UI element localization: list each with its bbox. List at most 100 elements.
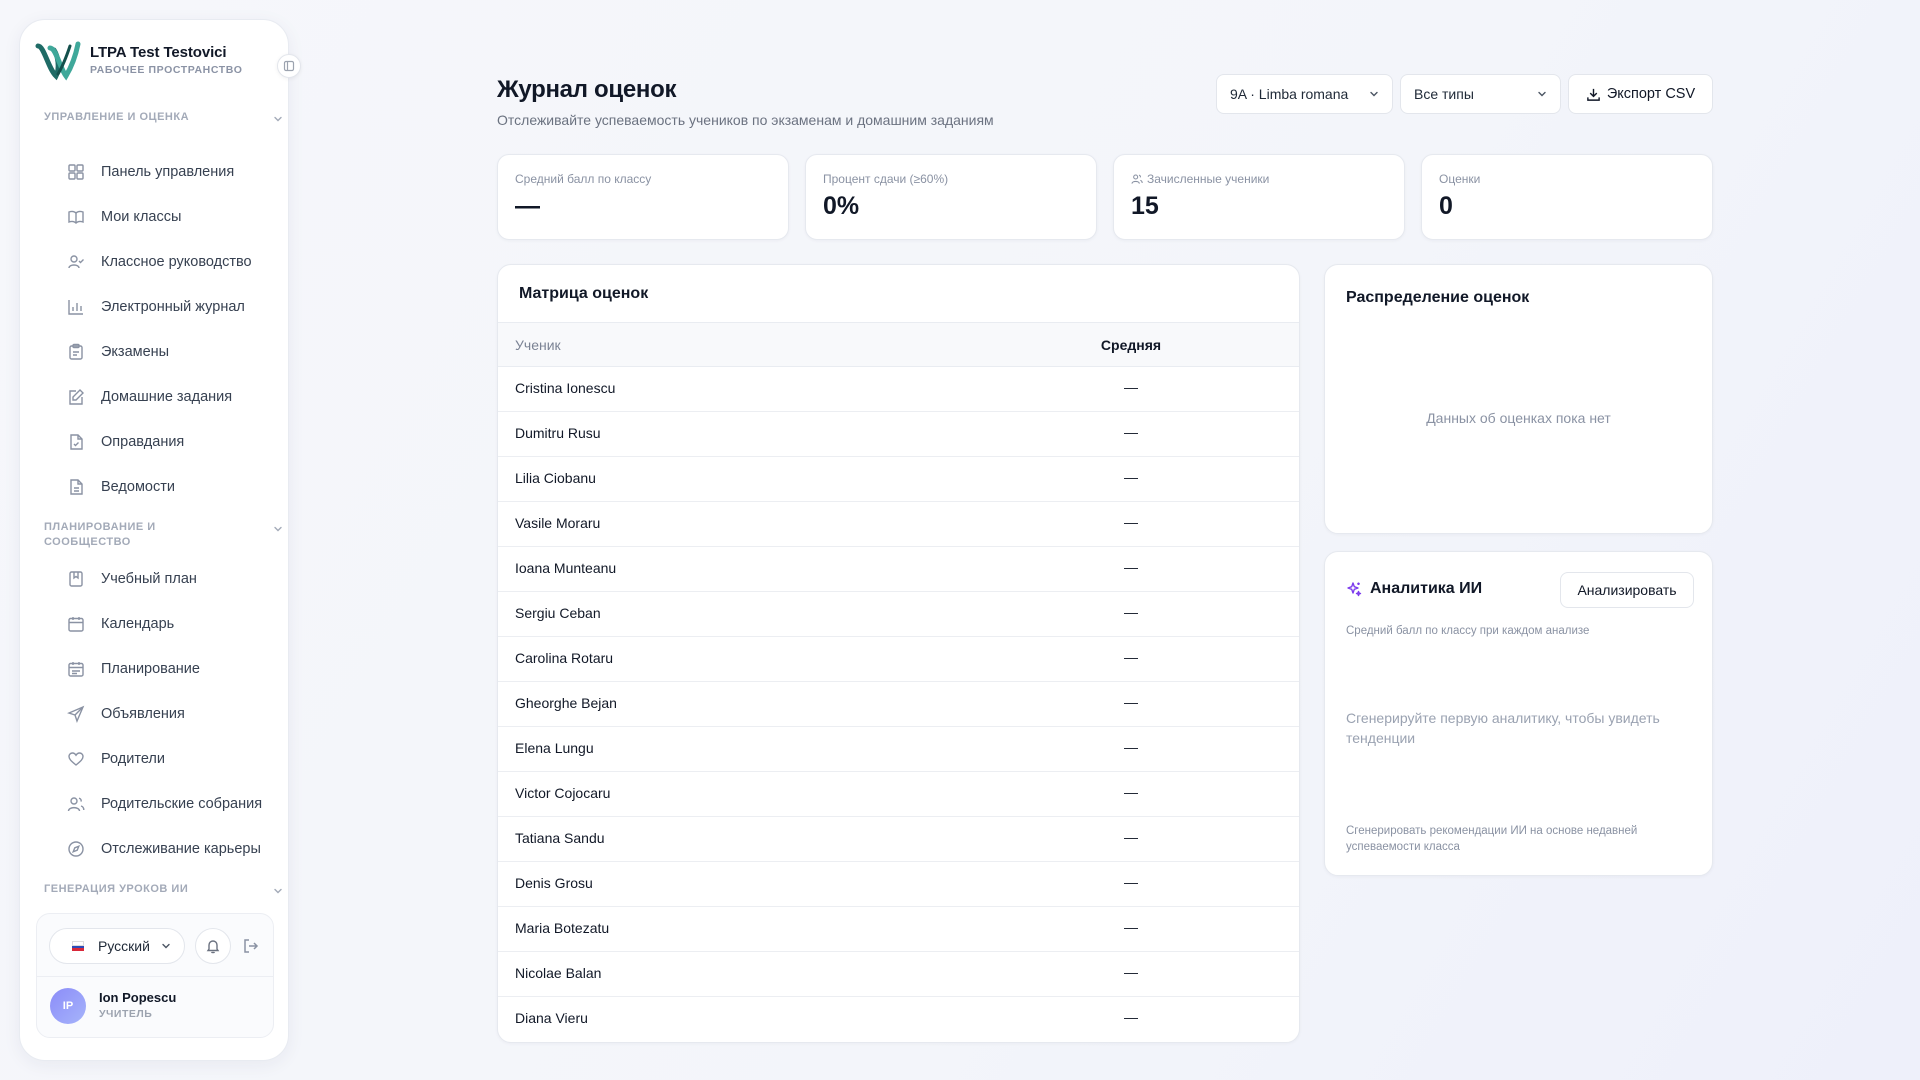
sidebar-item-exams[interactable]: Экзамены (50, 334, 280, 370)
notifications-button[interactable] (195, 928, 231, 964)
section-label: ПЛАНИРОВАНИЕ И СООБЩЕСТВО (44, 521, 156, 548)
sidebar-item-label: Оправдания (101, 434, 185, 450)
calendar-icon (68, 617, 84, 632)
student-average: — (1124, 964, 1138, 980)
table-row[interactable]: Cristina Ionescu — (498, 367, 1299, 412)
analyze-button[interactable]: Анализировать (1560, 572, 1694, 608)
grade-matrix-title: Матрица оценок (519, 285, 649, 302)
table-row[interactable]: Sergiu Ceban — (498, 592, 1299, 637)
sparkles-icon (1347, 582, 1362, 597)
dashboard-icon (68, 164, 84, 180)
student-average: — (1124, 919, 1138, 935)
table-row[interactable]: Maria Botezatu — (498, 907, 1299, 952)
table-row[interactable]: Lilia Ciobanu — (498, 457, 1299, 502)
table-row[interactable]: Dumitru Rusu — (498, 412, 1299, 457)
stat-value: 15 (1131, 192, 1159, 220)
user-check-icon (68, 255, 84, 269)
student-average: — (1124, 559, 1138, 575)
type-select[interactable]: Все типы (1400, 74, 1561, 114)
sidebar-item-parent-meetings[interactable]: Родительские собрания (50, 786, 280, 822)
student-average: — (1124, 604, 1138, 620)
sidebar-item-label: Календарь (101, 616, 175, 632)
sidebar-item-dashboard[interactable]: Панель управления (50, 154, 280, 190)
table-row[interactable]: Elena Lungu — (498, 727, 1299, 772)
sidebar-item-class-guidance[interactable]: Классное руководство (50, 244, 280, 280)
student-average: — (1124, 874, 1138, 890)
page-title: Журнал оценок (497, 76, 677, 103)
sidebar-collapse-button[interactable] (277, 54, 301, 78)
table-row[interactable]: Tatiana Sandu — (498, 817, 1299, 862)
sidebar-item-label: Классное руководство (101, 254, 252, 270)
table-row[interactable]: Victor Cojocaru — (498, 772, 1299, 817)
student-name: Cristina Ionescu (515, 380, 616, 396)
language-select[interactable]: Русский (49, 928, 185, 964)
chevron-down-icon (1370, 91, 1378, 97)
sidebar-item-career-tracking[interactable]: Отслеживание карьеры (50, 831, 280, 867)
sidebar-item-planning[interactable]: Планирование (50, 651, 280, 687)
compass-icon (68, 841, 84, 857)
student-name: Vasile Moraru (515, 515, 601, 531)
sidebar: LTPA Test Testovici РАБОЧЕЕ ПРОСТРАНСТВО… (19, 19, 289, 1061)
section-planning[interactable]: ПЛАНИРОВАНИЕ И СООБЩЕСТВО (44, 520, 284, 550)
user-profile[interactable]: IP Ion Popescu УЧИТЕЛЬ (37, 976, 273, 1038)
stat-label: Зачисленные ученики (1147, 172, 1270, 186)
sidebar-item-calendar[interactable]: Календарь (50, 606, 280, 642)
stat-pass-rate: Процент сдачи (≥60%) 0% (805, 154, 1097, 240)
ai-analytics-title: Аналитика ИИ (1370, 580, 1483, 597)
sidebar-item-parents[interactable]: Родители (50, 741, 280, 777)
sidebar-item-announcements[interactable]: Объявления (50, 696, 280, 732)
send-icon (67, 705, 85, 723)
stat-grades-count: Оценки 0 (1421, 154, 1713, 240)
table-row[interactable]: Gheorghe Bejan — (498, 682, 1299, 727)
chevron-down-icon (274, 526, 282, 532)
stat-value: — (515, 192, 540, 220)
stat-class-average: Средний балл по классу — (497, 154, 789, 240)
type-select-value: Все типы (1414, 86, 1474, 102)
table-row[interactable]: Diana Vieru — (498, 997, 1299, 1042)
section-label: ГЕНЕРАЦИЯ УРОКОВ ИИ (44, 883, 189, 895)
brand[interactable]: LTPA Test Testovici РАБОЧЕЕ ПРОСТРАНСТВО (34, 38, 242, 82)
user-panel: Русский IP Ion Popescu УЧИТЕЛЬ (36, 913, 274, 1038)
student-name: Tatiana Sandu (515, 830, 605, 846)
sidebar-item-label: Панель управления (101, 164, 235, 180)
student-name: Victor Cojocaru (515, 785, 611, 801)
sidebar-item-statements[interactable]: Ведомости (50, 469, 280, 505)
ai-analytics-header: Аналитика ИИ (1346, 580, 1482, 598)
sidebar-item-label: Учебный план (101, 571, 197, 587)
table-row[interactable]: Carolina Rotaru — (498, 637, 1299, 682)
sidebar-item-label: Планирование (101, 661, 200, 677)
users-icon (67, 797, 85, 812)
section-ai-lessons[interactable]: ГЕНЕРАЦИЯ УРОКОВ ИИ (44, 882, 284, 897)
flag-ru-icon (72, 941, 84, 952)
book-open-icon (68, 210, 84, 224)
column-student[interactable]: Ученик (515, 337, 561, 353)
grade-matrix-header: Ученик Средняя (498, 322, 1299, 367)
table-row[interactable]: Nicolae Balan — (498, 952, 1299, 997)
table-row[interactable]: Denis Grosu — (498, 862, 1299, 907)
export-csv-button[interactable]: Экспорт CSV (1568, 74, 1713, 114)
sidebar-item-curriculum[interactable]: Учебный план (50, 561, 280, 597)
calendar-list-icon (68, 662, 84, 677)
class-select[interactable]: 9A · Limba romana (1216, 74, 1393, 114)
sidebar-item-label: Объявления (101, 706, 185, 722)
sidebar-item-excuses[interactable]: Оправдания (50, 424, 280, 460)
column-average[interactable]: Средняя (1068, 337, 1194, 353)
section-management[interactable]: УПРАВЛЕНИЕ И ОЦЕНКА (44, 110, 284, 125)
sidebar-item-label: Электронный журнал (101, 299, 245, 315)
table-row[interactable]: Vasile Moraru — (498, 502, 1299, 547)
grade-matrix-card: Матрица оценок Ученик Средняя Cristina I… (497, 264, 1300, 1043)
sidebar-item-e-journal[interactable]: Электронный журнал (50, 289, 280, 325)
sidebar-item-homework[interactable]: Домашние задания (50, 379, 280, 415)
file-text-icon (70, 479, 83, 495)
sidebar-item-label: Экзамены (101, 344, 170, 360)
heart-icon (68, 752, 84, 766)
grade-distribution-card: Распределение оценок Данных об оценках п… (1324, 264, 1713, 534)
logout-icon[interactable] (241, 936, 261, 956)
table-row[interactable]: Ioana Munteanu — (498, 547, 1299, 592)
bell-icon (206, 940, 220, 954)
page-subtitle: Отслеживайте успеваемость учеников по эк… (497, 112, 994, 128)
stat-enrolled-students: Зачисленные ученики 15 (1113, 154, 1405, 240)
sidebar-item-my-classes[interactable]: Мои классы (50, 199, 280, 235)
student-name: Sergiu Ceban (515, 605, 601, 621)
chevron-down-icon (274, 116, 282, 122)
